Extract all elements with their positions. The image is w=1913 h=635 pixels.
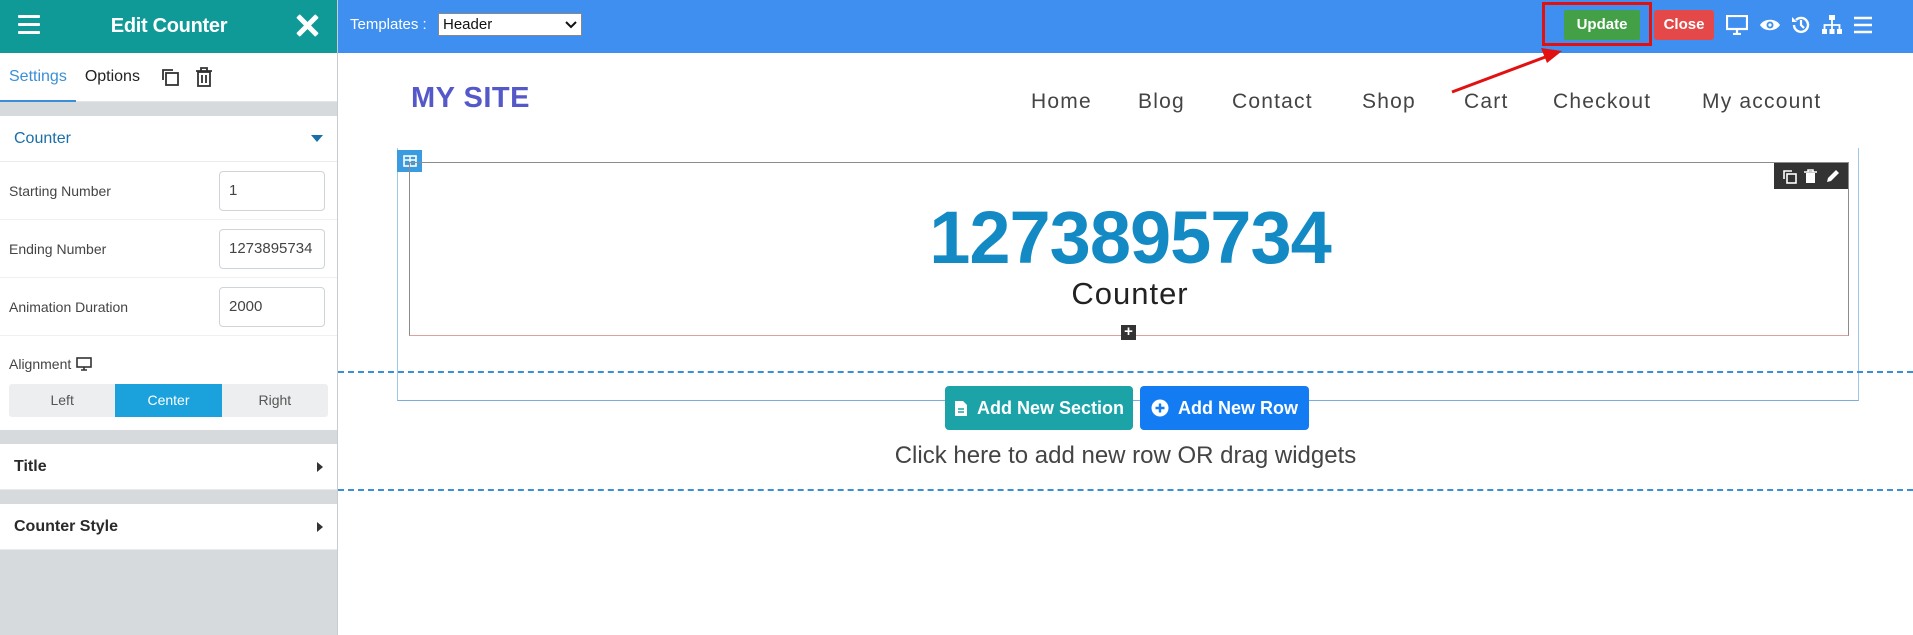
starting-number-row: Starting Number [0,162,337,220]
plus-circle-icon [1151,399,1169,417]
templates-label: Templates : [350,16,427,33]
close-panel-icon[interactable] [293,10,321,40]
animation-duration-row: Animation Duration [0,278,337,336]
counter-section: Counter Starting Number Ending Number An… [0,116,337,430]
update-button[interactable]: Update [1564,10,1640,40]
tab-options[interactable]: Options [76,53,149,102]
chevron-down-icon [565,20,577,28]
desktop-icon[interactable] [1723,11,1751,39]
eye-icon[interactable] [1756,11,1784,39]
edit-pencil-icon[interactable] [1825,169,1840,184]
widget-toolbar [1774,163,1848,189]
panel-header: Edit Counter [0,0,337,53]
title-section-header[interactable]: Title [0,444,337,490]
site-logo[interactable]: MY SITE [411,82,530,115]
nav-home[interactable]: Home [1031,90,1092,114]
counter-title: Counter [1071,276,1189,311]
sitemap-icon[interactable] [1818,11,1846,39]
starting-number-label: Starting Number [9,182,111,199]
counter-style-section-header[interactable]: Counter Style [0,504,337,550]
starting-number-input[interactable] [219,170,325,211]
title-section-label: Title [14,457,47,475]
counter-section-header[interactable]: Counter [0,116,337,162]
nav-my-account[interactable]: My account [1702,90,1821,114]
align-left-option[interactable]: Left [9,384,115,417]
trash-icon[interactable] [191,64,217,90]
drop-zone-hint: Click here to add new row OR drag widget… [894,442,1357,469]
templates-selected-value: Header [443,16,493,33]
ending-number-row: Ending Number [0,220,337,278]
caret-right-icon [317,521,323,532]
add-new-section-button[interactable]: Add New Section [945,386,1133,430]
alignment-label: Alignment [9,356,72,372]
nav-shop[interactable]: Shop [1362,90,1416,114]
counter-style-section-label: Counter Style [14,517,119,535]
add-widget-plus-icon[interactable]: + [1121,324,1136,340]
caret-down-icon [311,135,323,142]
counter-section-label: Counter [14,129,71,147]
page-canvas: MY SITE Home Blog Contact Shop Cart Chec… [338,53,1913,635]
file-icon [954,400,967,416]
nav-contact[interactable]: Contact [1232,90,1313,114]
templates-select[interactable]: Header [438,13,582,36]
drop-zone[interactable]: Add New Section Add New Row Click here t… [338,371,1913,491]
nav-checkout[interactable]: Checkout [1553,90,1651,114]
trash-icon[interactable] [1804,168,1818,184]
duplicate-icon[interactable] [1782,169,1797,184]
panel-tabs: Settings Options [0,53,337,102]
add-new-section-label: Add New Section [976,397,1124,418]
caret-right-icon [317,461,323,472]
align-right-option[interactable]: Right [222,384,328,417]
add-new-row-button[interactable]: Add New Row [1140,386,1309,430]
edit-panel: Edit Counter Settings Options Counter St… [0,0,338,635]
menu-icon[interactable] [1849,11,1877,39]
ending-number-input[interactable] [219,228,325,269]
alignment-segmented-control: Left Center Right [9,384,328,417]
nav-blog[interactable]: Blog [1138,90,1185,114]
nav-cart[interactable]: Cart [1464,90,1508,114]
counter-style-section: Counter Style [0,504,337,550]
ending-number-label: Ending Number [9,240,107,257]
align-center-option[interactable]: Center [115,384,222,417]
add-new-row-label: Add New Row [1178,397,1298,418]
top-toolbar: Templates : Header Update Close [338,0,1913,53]
close-button[interactable]: Close [1654,10,1714,40]
animation-duration-input[interactable] [219,286,325,327]
alignment-block: Alignment Left Center Right [0,336,337,430]
panel-title: Edit Counter [110,15,228,37]
tab-settings[interactable]: Settings [0,53,76,102]
animation-duration-label: Animation Duration [9,298,129,315]
counter-number: 1273895734 [929,196,1332,279]
alignment-label-row: Alignment [9,356,328,372]
history-icon[interactable] [1787,11,1815,39]
duplicate-icon[interactable] [157,64,183,90]
counter-widget[interactable]: 1273895734 Counter [409,162,1849,336]
desktop-icon[interactable] [76,357,93,371]
title-section: Title [0,444,337,490]
